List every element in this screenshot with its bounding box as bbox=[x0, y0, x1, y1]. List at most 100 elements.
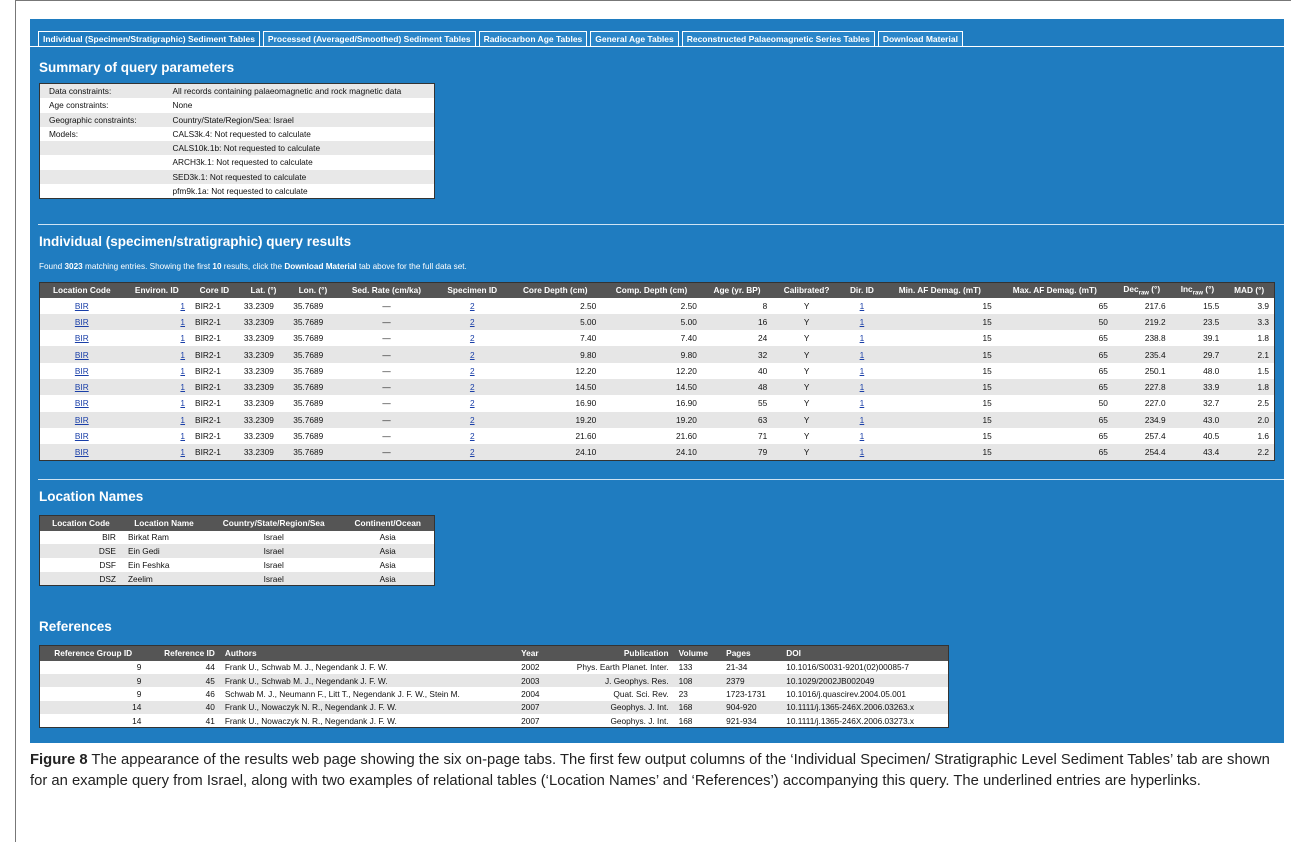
results-column-header: Lat. (°) bbox=[238, 282, 289, 298]
results-link[interactable]: 1 bbox=[860, 398, 865, 408]
results-cell: 257.4 bbox=[1144, 431, 1166, 442]
results-link[interactable]: 2 bbox=[470, 301, 475, 311]
summary-key bbox=[39, 169, 164, 185]
results-column-header: Min. AF Demag. (mT) bbox=[882, 282, 997, 298]
results-cell: 35.7689 bbox=[288, 444, 338, 461]
results-link[interactable]: 1 bbox=[860, 350, 865, 360]
results-link[interactable]: 1 bbox=[860, 317, 865, 327]
results-cell: 35.7689 bbox=[293, 300, 324, 311]
results-link[interactable]: BIR bbox=[75, 366, 89, 376]
results-link[interactable]: BIR bbox=[75, 333, 89, 343]
reference-cell: 133 bbox=[678, 662, 693, 673]
tab-download-material[interactable]: Download Material bbox=[877, 31, 963, 47]
results-cell: 1 bbox=[123, 313, 191, 331]
results-cell: 21.60 bbox=[676, 431, 697, 442]
results-link[interactable]: 1 bbox=[860, 301, 865, 311]
results-link[interactable]: BIR bbox=[75, 317, 89, 327]
reference-cell: Quat. Sci. Rev. bbox=[613, 688, 669, 699]
summary-value: ARCH3k.1: Not requested to calculate bbox=[172, 157, 313, 168]
results-link[interactable]: 1 bbox=[180, 447, 185, 457]
results-link[interactable]: 1 bbox=[180, 415, 185, 425]
results-link[interactable]: 1 bbox=[860, 447, 865, 457]
results-cell: 33.9 bbox=[1170, 378, 1225, 396]
results-link[interactable]: 1 bbox=[860, 382, 865, 392]
results-cell: 15 bbox=[982, 431, 992, 442]
location-column-header: Country/State/Region/Sea bbox=[206, 515, 342, 531]
results-cell: 2 bbox=[435, 411, 510, 428]
results-link[interactable]: 1 bbox=[180, 382, 185, 392]
results-link[interactable]: 2 bbox=[470, 431, 475, 441]
results-link[interactable]: BIR bbox=[75, 431, 89, 441]
tab-general-age[interactable]: General Age Tables bbox=[590, 31, 679, 47]
results-cell: 48 bbox=[701, 378, 773, 396]
results-link[interactable]: 1 bbox=[180, 350, 185, 360]
results-cell: 2.0 bbox=[1224, 411, 1275, 428]
results-link[interactable]: 1 bbox=[860, 431, 865, 441]
results-cell: 1 bbox=[841, 330, 883, 346]
tab-processed-sediment[interactable]: Processed (Averaged/Smoothed) Sediment T… bbox=[262, 31, 476, 47]
query-parameters-table: Data constraints: All records containing … bbox=[39, 83, 435, 200]
results-link[interactable]: 1 bbox=[860, 333, 865, 343]
results-cell: 40.5 bbox=[1203, 431, 1220, 442]
results-link[interactable]: 1 bbox=[180, 431, 185, 441]
results-cell: BIR bbox=[40, 363, 124, 379]
reference-cell: 10.1016/j.quascirev.2004.05.001 bbox=[786, 688, 907, 699]
reference-cell: 921-934 bbox=[726, 715, 757, 726]
location-cell: Israel bbox=[263, 532, 284, 543]
reference-column-header: Volume bbox=[673, 645, 722, 661]
results-cell: BIR2-1 bbox=[190, 346, 239, 363]
results-cell: 65 bbox=[1098, 431, 1108, 442]
tab-underline bbox=[30, 46, 1284, 47]
col-dec-raw: Decraw (°) bbox=[1112, 282, 1171, 298]
results-cell: 40 bbox=[758, 365, 768, 376]
results-cell: Y bbox=[772, 313, 841, 331]
results-link[interactable]: 2 bbox=[470, 382, 475, 392]
results-cell: BIR2-1 bbox=[195, 300, 221, 311]
tab-bar: Individual (Specimen/Stratigraphic) Sedi… bbox=[38, 31, 963, 47]
results-link[interactable]: 2 bbox=[470, 333, 475, 343]
results-link[interactable]: BIR bbox=[75, 382, 89, 392]
results-link[interactable]: BIR bbox=[75, 350, 89, 360]
reference-column-header: Year bbox=[516, 645, 551, 661]
reference-cell: Geophys. J. Int. bbox=[610, 715, 669, 726]
figure-caption: Figure 8 The appearance of the results w… bbox=[30, 750, 1280, 792]
results-cell: 2 bbox=[435, 298, 509, 314]
results-link[interactable]: 1 bbox=[180, 333, 185, 343]
results-link[interactable]: BIR bbox=[75, 301, 89, 311]
results-cell: 33.2309 bbox=[243, 431, 274, 442]
results-link[interactable]: 2 bbox=[470, 415, 475, 425]
results-cell: 35.7689 bbox=[293, 333, 324, 344]
location-cell: Zeelim bbox=[121, 571, 207, 586]
results-column-header: Age (yr. BP) bbox=[701, 282, 773, 298]
results-link[interactable]: BIR bbox=[75, 447, 89, 457]
table-row: BIR 1 BIR2-1 33.2309 35.7689 — 2 12.20 12.20 40 Y 1… bbox=[40, 363, 1275, 379]
results-link[interactable]: 1 bbox=[180, 317, 185, 327]
results-cell: 21.60 bbox=[575, 431, 597, 442]
results-link[interactable]: 1 bbox=[180, 366, 185, 376]
tab-radiocarbon-age[interactable]: Radiocarbon Age Tables bbox=[478, 31, 588, 47]
results-cell: 19.20 bbox=[601, 411, 702, 428]
results-link[interactable]: 1 bbox=[180, 398, 185, 408]
results-link[interactable]: 2 bbox=[470, 366, 475, 376]
tab-reconstructed-series[interactable]: Reconstructed Palaeomagnetic Series Tabl… bbox=[681, 31, 875, 47]
results-link[interactable]: 1 bbox=[180, 301, 185, 311]
table-row: BIR 1 BIR2-1 33.2309 35.7689 — 2 7.40 7.40 24 Y 1 15… bbox=[40, 330, 1275, 346]
results-link[interactable]: 2 bbox=[470, 398, 475, 408]
results-cell: 12.20 bbox=[676, 365, 697, 376]
reference-column-header: Authors bbox=[219, 645, 517, 661]
results-cell: 2.2 bbox=[1224, 444, 1275, 461]
reference-cell: 2002 bbox=[521, 662, 540, 673]
reference-column-header: Reference ID bbox=[146, 645, 220, 661]
results-link[interactable]: BIR bbox=[75, 398, 89, 408]
tab-individual-sediment[interactable]: Individual (Specimen/Stratigraphic) Sedi… bbox=[38, 31, 260, 47]
table-row: BIR 1 BIR2-1 33.2309 35.7689 — 2 2.50 2.50 8 Y 1 15 6… bbox=[40, 298, 1275, 314]
results-link[interactable]: 2 bbox=[470, 447, 475, 457]
results-link[interactable]: 1 bbox=[860, 415, 865, 425]
results-link[interactable]: 2 bbox=[470, 317, 475, 327]
results-cell: 2 bbox=[435, 313, 510, 331]
results-cell: Y bbox=[803, 333, 810, 344]
results-cell: 33.2309 bbox=[238, 411, 289, 428]
results-link[interactable]: 1 bbox=[860, 366, 865, 376]
results-link[interactable]: 2 bbox=[470, 350, 475, 360]
results-link[interactable]: BIR bbox=[75, 415, 89, 425]
